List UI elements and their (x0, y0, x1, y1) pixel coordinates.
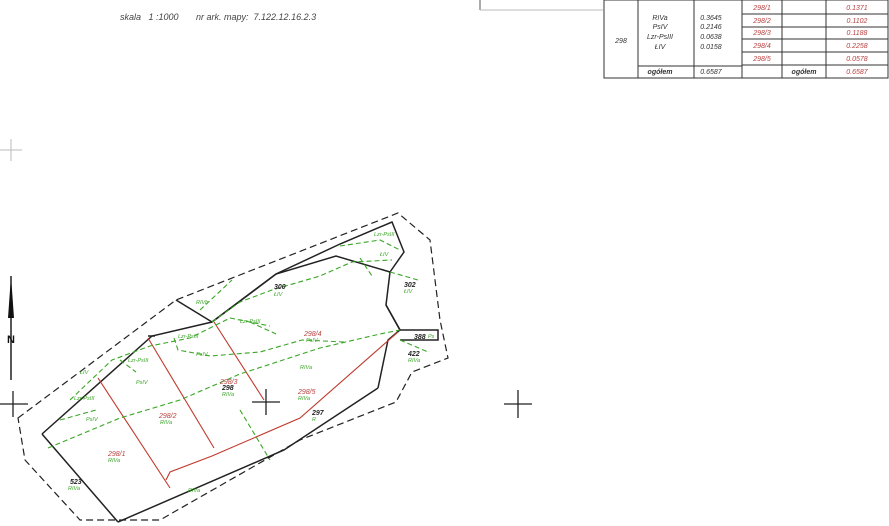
new-parcel-number: 298/3 (219, 379, 238, 386)
parcel-number: 297 (311, 410, 325, 417)
land-class-label: Lzr-PsIII (240, 319, 261, 325)
table-area-cell: 0.0158 (700, 44, 722, 51)
table-class-cell: Lzr-PsIII (647, 34, 673, 41)
table-new-parcel-area: 0.1188 (847, 30, 868, 37)
table-new-parcel-area: 0.1102 (847, 18, 868, 25)
table-new-total-label: ogółem (792, 69, 817, 76)
land-class-label: ŁIV (80, 370, 90, 376)
new-parcel-number: 298/1 (107, 451, 126, 458)
land-class-label: RIVb (196, 300, 208, 306)
land-class-label: RIVa (222, 392, 234, 398)
table-new-parcel-id: 298/4 (752, 43, 771, 50)
area-table: 298 RIVa PsIV Lzr-PsIII ŁIV 0.3645 0.214… (479, 0, 889, 79)
land-class-label: Lzr-PsIII (74, 396, 95, 402)
new-parcel-number: 298/4 (303, 331, 322, 338)
table-new-parcel-area: 0.0578 (846, 56, 868, 63)
land-class-label: RIVa (108, 458, 120, 464)
grid-cross-faint (0, 139, 22, 161)
cadastral-map: 298 RIVa PsIV Lzr-PsIII ŁIV 0.3645 0.214… (0, 0, 889, 523)
table-area-cell: 0.3645 (700, 15, 722, 22)
north-arrow: N (7, 276, 15, 380)
grid-cross (252, 389, 280, 415)
table-total-label: ogółem (648, 69, 673, 76)
grid-cross (504, 390, 532, 418)
land-class-label: PsIV (86, 417, 99, 423)
table-area-cell: 0.0638 (700, 34, 722, 41)
map-sheet: skala 1 :1000 nr ark. mapy: 7.122.12.16.… (0, 0, 889, 526)
parcel-number: 422 (407, 351, 420, 358)
table-new-parcel-id: 298/5 (752, 56, 771, 63)
land-class-label: RIVa (160, 420, 172, 426)
table-area-cell: 0.2146 (700, 24, 722, 31)
land-class-label: ŁIV (380, 252, 390, 258)
land-class-label: RIVa (188, 488, 200, 494)
land-class-label: PsIV (196, 352, 209, 358)
table-parcel-number: 298 (614, 38, 627, 45)
table-new-total-value: 0.6587 (846, 69, 869, 76)
table-total-value: 0.6587 (700, 69, 723, 76)
land-class-label: PsIV (136, 380, 149, 386)
parcel-number: 298 (221, 385, 234, 392)
parcel-number: 300 (274, 284, 286, 291)
land-class-label: ŁIV (404, 289, 414, 295)
land-class-label: Lzr-PsIII (374, 232, 395, 238)
land-class-label: RIVa (68, 486, 80, 492)
land-class-label: RIVa (298, 396, 310, 402)
land-class-label: Lzr-PsIII (178, 334, 199, 340)
parcel-number: 523 (70, 479, 82, 486)
land-class-label: RIVa (408, 358, 420, 364)
table-new-parcel-id: 298/1 (752, 5, 771, 12)
land-class-label: PsIV (306, 338, 319, 344)
land-class-label: RIVa (300, 365, 312, 371)
new-parcel-labels: 298/1 298/2 298/3 298/4 298/5 (107, 331, 322, 458)
parcel-number: 302 (404, 282, 416, 289)
land-use-lines (47, 239, 429, 461)
parcel-number: 388 (414, 334, 426, 341)
table-new-parcel-id: 298/3 (752, 30, 771, 37)
land-class-label: R (312, 417, 316, 423)
table-new-parcel-area: 0.1371 (846, 5, 868, 12)
land-class-label: Ps (428, 334, 435, 340)
table-new-parcel-id: 298/2 (752, 18, 771, 25)
land-class-label: ŁIV (274, 292, 284, 298)
parcel-boundaries (41, 221, 439, 523)
new-parcel-number: 298/2 (158, 413, 177, 420)
table-new-parcel-area: 0.2258 (846, 43, 868, 50)
land-class-label: Lzr-PsIII (128, 358, 149, 364)
grid-cross (0, 391, 28, 417)
table-class-cell: PsIV (653, 24, 669, 31)
north-label: N (7, 334, 15, 346)
new-parcel-number: 298/5 (297, 389, 316, 396)
outer-boundary (17, 212, 449, 521)
table-class-cell: RIVa (652, 15, 667, 22)
table-class-cell: ŁIV (655, 44, 667, 51)
